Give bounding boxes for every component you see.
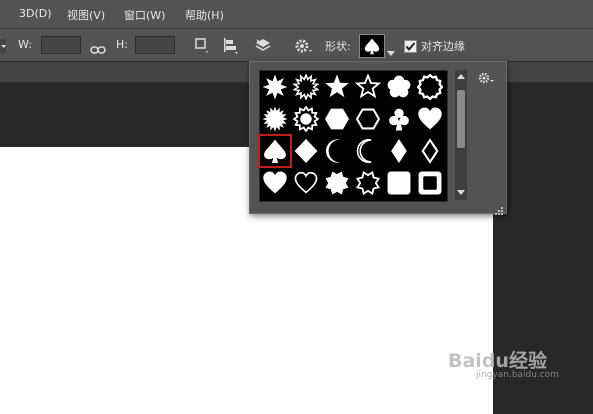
shape-cell-club[interactable] <box>385 105 413 133</box>
options-bar: W: H: 形状: 对齐边缘 <box>0 28 593 62</box>
watermark-url: jingyan.baidu.com <box>476 370 560 380</box>
menu-window[interactable]: 窗口(W) <box>124 7 165 23</box>
moon-outline-icon <box>356 139 372 163</box>
gear-icon[interactable] <box>294 37 314 59</box>
watermark-logo: Baidu经验 <box>448 350 547 372</box>
shape-cell-heart-filled[interactable] <box>261 169 289 197</box>
moon-icon <box>325 139 341 163</box>
shape-picker-swatch[interactable] <box>359 34 385 58</box>
align-edges-checkbox[interactable] <box>404 38 417 57</box>
shape-cell-square-frame[interactable] <box>416 169 444 197</box>
menu-help[interactable]: 帮助(H) <box>185 7 224 23</box>
square-rounded-icon <box>387 171 411 195</box>
shape-dropdown-arrow-icon[interactable] <box>387 42 395 61</box>
menu-bar: 3D(D) 视图(V) 窗口(W) 帮助(H) <box>0 0 593 28</box>
shape-cell-star-5-outline[interactable] <box>354 73 382 101</box>
shape-cell-star-8[interactable] <box>323 169 351 197</box>
height-field[interactable] <box>135 36 175 54</box>
scallop-outline-icon <box>417 74 443 100</box>
menu-3d[interactable]: 3D(D) <box>19 7 52 20</box>
diamond-icon <box>294 139 318 163</box>
popup-settings-gear-icon[interactable] <box>478 70 496 89</box>
square-frame-icon <box>418 171 442 195</box>
spade-icon <box>364 38 380 55</box>
hexagon-icon <box>325 108 349 130</box>
shape-grid <box>258 70 448 202</box>
star-8-outline-icon <box>355 170 381 196</box>
scroll-up-icon[interactable] <box>457 74 465 80</box>
shape-cell-rhombus[interactable] <box>385 137 413 165</box>
shape-cell-moon[interactable] <box>323 137 351 165</box>
shape-cell-scallop-outline[interactable] <box>416 73 444 101</box>
shape-cell-square-rounded[interactable] <box>385 169 413 197</box>
shape-cell-spade[interactable] <box>258 134 292 168</box>
shape-cell-starburst-8[interactable] <box>261 73 289 101</box>
star-5-icon <box>325 74 349 98</box>
flower-icon <box>387 75 411 98</box>
shape-cell-flower[interactable] <box>385 73 413 101</box>
scroll-thumb[interactable] <box>457 90 465 148</box>
path-arrangement-icon[interactable] <box>254 37 272 59</box>
heart-outline-icon <box>294 171 318 194</box>
path-alignment-icon[interactable] <box>223 37 239 59</box>
shape-cell-diamond[interactable] <box>292 137 320 165</box>
hexagon-outline-icon <box>355 108 381 130</box>
path-operations-icon[interactable] <box>195 38 209 58</box>
link-icon[interactable] <box>90 40 106 59</box>
heart-filled-icon <box>263 171 287 194</box>
width-field[interactable] <box>41 36 81 54</box>
shape-cell-star-8-outline[interactable] <box>354 169 382 197</box>
spade-icon <box>264 139 286 163</box>
shape-picker-popup <box>249 61 507 215</box>
scroll-down-icon[interactable] <box>457 190 465 196</box>
shape-cell-heart[interactable] <box>416 105 444 133</box>
shape-cell-starburst-12[interactable] <box>261 105 289 133</box>
rhombus-icon <box>391 139 407 163</box>
scrollbar[interactable] <box>455 70 467 200</box>
starburst-16-icon <box>293 74 319 100</box>
width-label: W: <box>18 38 32 51</box>
menu-view[interactable]: 视图(V) <box>67 7 105 23</box>
resize-grip-icon[interactable] <box>494 201 504 220</box>
shape-cell-moon-outline[interactable] <box>354 137 382 165</box>
shape-cell-seal[interactable] <box>292 105 320 133</box>
shape-cell-starburst-16[interactable] <box>292 73 320 101</box>
seal-icon <box>293 106 319 132</box>
starburst-12-icon <box>262 106 288 132</box>
shape-cell-star-5[interactable] <box>323 73 351 101</box>
club-icon <box>389 108 409 131</box>
dropdown-arrow-icon[interactable] <box>0 38 8 57</box>
height-label: H: <box>116 38 128 51</box>
align-edges-label: 对齐边缘 <box>421 40 465 53</box>
rhombus-outline-icon <box>421 138 439 164</box>
shape-cell-hexagon[interactable] <box>323 105 351 133</box>
starburst-8-icon <box>262 74 288 100</box>
heart-icon <box>418 107 442 130</box>
star-8-icon <box>325 171 349 195</box>
shape-cell-hexagon-outline[interactable] <box>354 105 382 133</box>
shape-cell-heart-outline[interactable] <box>292 169 320 197</box>
star-5-outline-icon <box>355 74 381 99</box>
shape-label: 形状: <box>325 40 351 53</box>
shape-cell-rhombus-outline[interactable] <box>416 137 444 165</box>
